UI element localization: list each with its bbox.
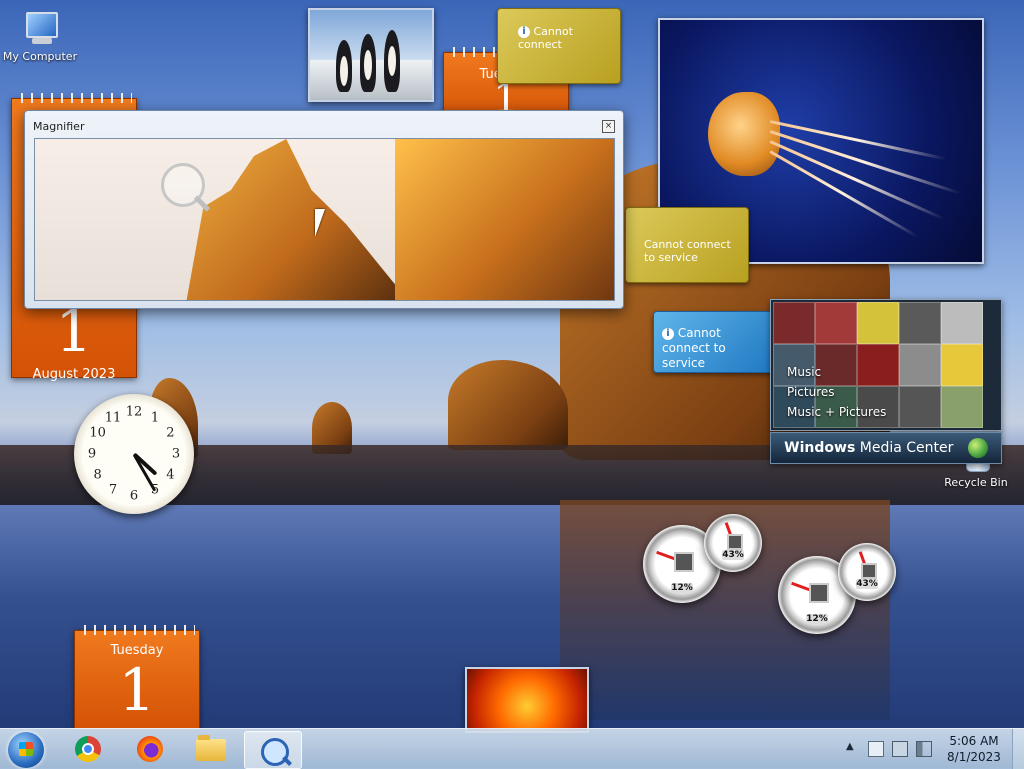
magnifier-lens-handle [193,195,211,212]
cpu-usage-value: 12% [671,583,693,593]
chrome-icon [75,736,101,762]
clock-numeral: 5 [150,482,160,498]
clock-numeral: 2 [166,425,175,441]
wallpaper-mid-rock [448,360,568,450]
folder-icon [196,735,226,761]
feed-gadget[interactable]: i Cannot connect to service [653,311,775,373]
media-center-launch-bar[interactable]: Windows Media Center [770,432,1002,464]
clock-numeral: 7 [108,482,118,498]
action-center-flag-icon[interactable] [868,741,884,757]
magnifier-icon [261,738,289,766]
clock-numeral: 6 [129,488,139,504]
slideshow-gadget-flower[interactable] [465,667,589,733]
taskbar-button-magnifier[interactable] [244,731,302,769]
taskbar-button-firefox[interactable] [120,731,176,767]
feed-status-text: Cannot connect to service [644,238,731,264]
jellyfish-shape [708,92,780,176]
media-center-brand-bold: Windows [784,440,856,456]
cpu-usage-value: 12% [806,614,828,624]
taskbar-clock[interactable]: 5:06 AM 8/1/2023 [944,733,1004,765]
desktop-icon-my-computer[interactable]: My Computer [0,10,80,63]
windows-media-center-logo-icon [967,438,988,458]
memory-usage-value: 43% [856,579,878,589]
show-hidden-icons-button[interactable]: ▲ [846,741,854,752]
calendar-day-number: 1 [118,656,156,724]
media-center-item-music-pictures[interactable]: Music + Pictures [787,402,886,422]
computer-icon [20,10,60,48]
media-center-brand: Media Center [859,440,954,456]
taskbar-time: 5:06 AM [949,734,999,748]
clock-numeral: 10 [89,425,106,441]
calendar-gadget[interactable]: Tuesday 1 [74,625,200,730]
firefox-icon [137,736,163,762]
calendar-month: August 2023 [32,367,116,382]
windows-logo-icon [19,742,33,756]
memory-meter-gadget[interactable]: 43% [838,543,896,601]
memory-chip-icon [727,534,743,551]
magnifier-title: Magnifier [33,120,85,133]
clock-numeral: 11 [104,410,122,426]
cpu-chip-icon [674,552,694,573]
desktop-icon-label: My Computer [2,50,78,63]
close-button[interactable]: × [602,120,615,133]
magnified-rock [185,139,415,300]
clock-numeral: 12 [125,404,143,420]
magnified-rock [395,139,614,300]
info-icon: i [662,327,674,340]
clock-numeral: 9 [87,446,97,462]
clock-gadget[interactable]: 12 1 2 3 4 5 6 7 8 9 10 11 [74,394,194,514]
media-center-gadget[interactable]: Music Pictures Music + Pictures [770,299,1002,431]
calendar-rings [16,93,132,103]
penguin-shape [384,30,400,92]
memory-chip-icon [861,563,877,580]
feed-gadget[interactable]: Cannot connect to service [625,207,749,283]
magnifier-window[interactable]: Magnifier × [24,110,624,309]
cpu-chip-icon [809,583,829,604]
taskbar-button-file-explorer[interactable] [182,731,238,767]
memory-meter-gadget[interactable]: 43% [704,514,762,572]
taskbar-button-chrome[interactable] [58,731,114,767]
penguin-shape [336,40,352,92]
desktop-icon-label: Recycle Bin [944,476,1008,489]
penguin-shape [360,34,376,92]
feed-gadget[interactable]: i Cannot connect [497,8,621,84]
media-center-item-pictures[interactable]: Pictures [787,382,886,402]
clock-numeral: 3 [171,446,181,462]
clock-numeral: 1 [150,410,160,426]
memory-usage-value: 43% [722,550,744,560]
network-icon[interactable] [892,741,908,757]
mouse-pointer-icon [315,209,325,237]
taskbar: ▲ 5:06 AM 8/1/2023 [0,728,1024,769]
clock-numeral: 8 [93,467,102,483]
volume-muted-icon[interactable] [916,741,932,757]
show-desktop-button[interactable] [1012,729,1024,769]
calendar-rings [79,625,195,635]
slideshow-gadget-penguins[interactable] [308,8,434,102]
magnifier-view[interactable] [34,138,615,301]
start-button[interactable] [8,732,44,768]
clock-numeral: 4 [166,467,175,483]
info-icon: i [518,26,530,38]
media-center-item-music[interactable]: Music [787,362,886,382]
taskbar-date: 8/1/2023 [947,750,1001,764]
